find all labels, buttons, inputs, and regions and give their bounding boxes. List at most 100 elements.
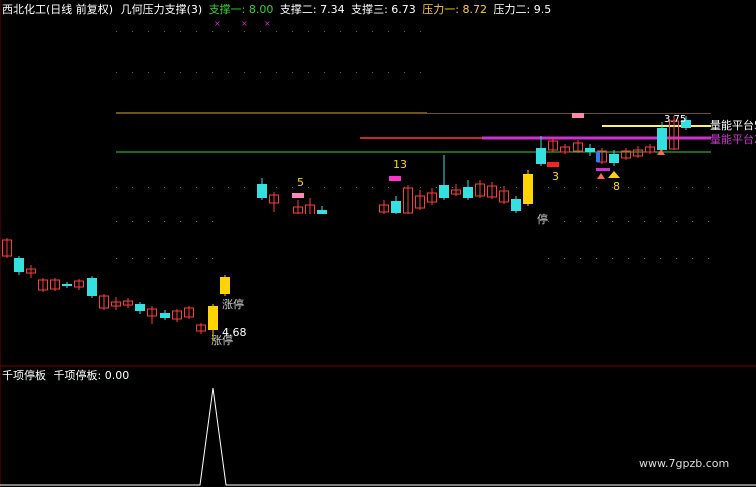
up-arrow-marker: [597, 173, 605, 179]
grid-dot: [564, 258, 565, 259]
pressure2-label: 压力二:: [493, 3, 534, 16]
grid-dot: [164, 187, 165, 188]
grid-dot: [244, 187, 245, 188]
grid-dot: [324, 31, 325, 32]
grid-dot: [420, 72, 421, 73]
grid-dot: [660, 258, 661, 259]
grid-dot: [324, 72, 325, 73]
grid-dot: [116, 72, 117, 73]
grid-dot: [404, 31, 405, 32]
grid-dot: [196, 31, 197, 32]
grid-dot: [388, 72, 389, 73]
signal-number-3: 3: [552, 170, 559, 183]
grid-dot: [564, 187, 565, 188]
grid-dot: [212, 221, 213, 222]
signal-block: [547, 162, 559, 167]
grid-dot: [276, 187, 277, 188]
grid-dot: [132, 31, 133, 32]
sub-indicator-line: [0, 387, 756, 486]
grid-dot: [132, 221, 133, 222]
grid-dot: [516, 187, 517, 188]
support3-label: 支撑三:: [351, 3, 392, 16]
grid-dot: [676, 221, 677, 222]
chart-canvas[interactable]: × × ×: [0, 0, 756, 487]
grid-dot: [180, 31, 181, 32]
grid-dot: [596, 187, 597, 188]
sub-panel-value: 0.00: [104, 369, 130, 382]
grid-dot: [132, 72, 133, 73]
grid-dot: [180, 221, 181, 222]
grid-dot: [404, 72, 405, 73]
grid-dot: [580, 258, 581, 259]
support2-value: 7.34: [320, 3, 345, 16]
grid-dot: [212, 72, 213, 73]
grid-dot: [308, 187, 309, 188]
grid-dot: [372, 72, 373, 73]
chart-window: × × × 西北化工(日线 前复权) 几何压力支撑(3) 支撑一: 8.00 支撑二…: [0, 0, 756, 487]
pressure2-value: 9.5: [533, 3, 552, 16]
candle-body-down: [160, 313, 170, 318]
grid-dot: [596, 221, 597, 222]
grid-dot: [612, 221, 613, 222]
grid-dot: [596, 258, 597, 259]
signal-number-13: 13: [393, 158, 407, 171]
candle-body-down: [14, 258, 24, 272]
grid-dot: [116, 221, 117, 222]
grid-dot: [148, 31, 149, 32]
low-price-marker: 4.68: [222, 326, 247, 339]
grid-dot: [564, 221, 565, 222]
grid-dot: [148, 258, 149, 259]
grid-dot: [356, 72, 357, 73]
grid-dot: [196, 187, 197, 188]
support2-label: 支撑二:: [279, 3, 321, 16]
grid-dot: [260, 31, 261, 32]
signal-block: [572, 113, 584, 118]
candle-body-down: [511, 199, 521, 211]
grid-dot: [628, 187, 629, 188]
grid-dot: [708, 187, 709, 188]
mask-block-middle: [218, 214, 538, 271]
grid-dot: [692, 258, 693, 259]
pressure1-label: 压力一:: [422, 3, 463, 16]
candle-body-limit: [220, 277, 230, 294]
grid-dot: [676, 258, 677, 259]
grid-dot: [628, 258, 629, 259]
grid-dot: [148, 221, 149, 222]
grid-dot: [692, 221, 693, 222]
grid-dot: [164, 31, 165, 32]
grid-dot: [132, 187, 133, 188]
support3-value: 6.73: [391, 3, 416, 16]
grid-dot: [372, 187, 373, 188]
grid-dot: [612, 258, 613, 259]
platform20-label: 量能平台20: [710, 133, 756, 146]
grid-dot: [548, 221, 549, 222]
sub-panel-title: 千项停板: [2, 369, 46, 382]
grid-dot: [676, 187, 677, 188]
grid-dot: [548, 258, 549, 259]
grid-dot: [420, 31, 421, 32]
grid-dot: [196, 258, 197, 259]
signal-dash: [596, 168, 610, 171]
candle-body-limit: [523, 174, 533, 204]
grid-dot: [388, 187, 389, 188]
grid-dot: [356, 31, 357, 32]
candle-body-down: [609, 154, 619, 163]
grid-dot: [180, 72, 181, 73]
top-x-marker: ×: [264, 19, 271, 28]
candle-body-down: [439, 185, 449, 198]
grid-dot: [356, 187, 357, 188]
grid-dot: [452, 187, 453, 188]
grid-dot: [116, 258, 117, 259]
candle-body-down: [536, 148, 546, 164]
signal-block: [292, 193, 304, 198]
grid-dot: [308, 72, 309, 73]
candle-body-down: [317, 210, 327, 214]
grid-dot: [340, 187, 341, 188]
grid-dot: [228, 72, 229, 73]
grid-dot: [324, 187, 325, 188]
signal-number-5: 5: [297, 176, 304, 189]
sub-panel-value-label: 千项停板:: [53, 369, 105, 382]
indicator-name: 几何压力支撑(3): [120, 3, 203, 16]
grid-dot: [244, 31, 245, 32]
grid-dot: [148, 187, 149, 188]
